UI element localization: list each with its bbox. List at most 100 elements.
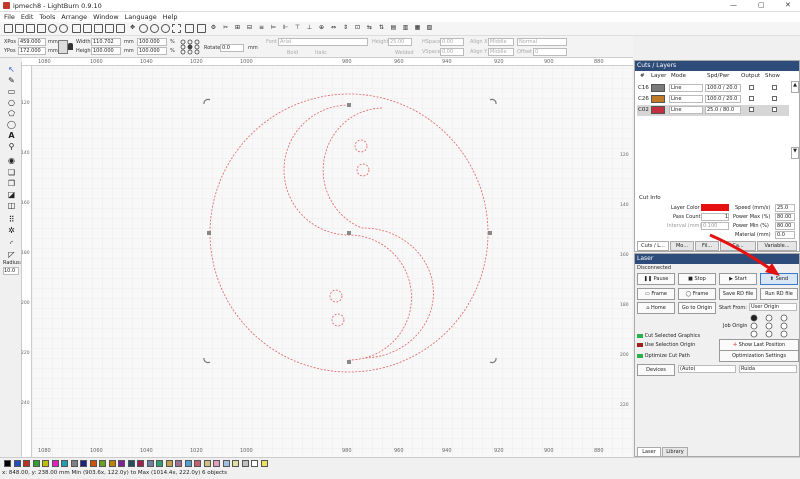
color-swatch[interactable] xyxy=(241,460,249,467)
color-swatch[interactable] xyxy=(260,460,268,467)
circle-icon[interactable]: ◯ xyxy=(7,120,16,129)
output-checkbox[interactable] xyxy=(749,85,754,90)
move-layer-down-button[interactable]: ▼ xyxy=(791,147,799,159)
offset-icon[interactable]: ◉ xyxy=(7,156,16,165)
color-swatch[interactable] xyxy=(203,460,211,467)
grid-array-icon[interactable]: ⠿ xyxy=(7,215,16,224)
align-center-icon[interactable]: ⊕ xyxy=(317,24,326,33)
arrange-icon[interactable]: ▤ xyxy=(389,24,398,33)
tab-move[interactable]: Mo... xyxy=(670,241,694,251)
settings-gear-icon[interactable]: ⚙ xyxy=(209,24,218,33)
pack-icon[interactable]: ▧ xyxy=(425,24,434,33)
import-icon[interactable] xyxy=(72,24,81,33)
color-swatch[interactable] xyxy=(184,460,192,467)
select-area-icon[interactable] xyxy=(172,24,181,33)
output-checkbox[interactable] xyxy=(749,96,754,101)
save-as-icon[interactable] xyxy=(37,24,46,33)
color-swatch[interactable] xyxy=(70,460,78,467)
xpos-field[interactable]: 459.000 xyxy=(18,38,46,46)
height-pct-field[interactable]: 100.000 xyxy=(137,47,167,55)
ellipse-icon[interactable]: ○ xyxy=(7,98,16,107)
device-icon[interactable] xyxy=(59,24,68,33)
color-swatch[interactable] xyxy=(165,460,173,467)
frame-button[interactable]: ▭ Frame xyxy=(637,288,675,300)
ypos-field[interactable]: 172.000 xyxy=(18,47,46,55)
color-swatch[interactable] xyxy=(23,460,30,467)
go-to-origin-button[interactable]: Go to Origin xyxy=(678,302,716,314)
move-icon[interactable]: ✥ xyxy=(128,24,137,33)
chamfer-icon[interactable]: ◸ xyxy=(7,250,16,259)
radius-field[interactable]: 10.0 xyxy=(3,267,19,275)
optimization-settings-button[interactable]: Optimization Settings xyxy=(719,350,799,362)
subtract-icon[interactable]: ◪ xyxy=(7,190,16,199)
devices-button[interactable]: Devices xyxy=(637,364,675,376)
height-field[interactable]: 100.000 xyxy=(91,47,121,55)
aligny-select[interactable]: Middle xyxy=(488,48,514,56)
hspace-field[interactable]: 0.00 xyxy=(440,38,464,46)
menu-window[interactable]: Window xyxy=(93,12,119,22)
width-pct-field[interactable]: 100.000 xyxy=(137,38,167,46)
intersect-icon[interactable]: ◫ xyxy=(7,201,16,210)
settings-icon[interactable] xyxy=(48,24,57,33)
open-file-icon[interactable] xyxy=(15,24,24,33)
color-swatch[interactable] xyxy=(146,460,154,467)
width-field[interactable]: 110.702 xyxy=(91,38,121,46)
align-icon[interactable]: ≡ xyxy=(257,24,266,33)
boolean-icon[interactable]: ❐ xyxy=(7,179,16,188)
rotate-field[interactable]: 0.0 xyxy=(220,44,244,52)
mirror-v-icon[interactable]: ⇅ xyxy=(377,24,386,33)
anchor-grid[interactable] xyxy=(180,39,200,55)
color-swatch[interactable] xyxy=(222,460,230,467)
device-port-select[interactable]: (Auto) xyxy=(678,365,736,373)
speed-field[interactable]: 25.0 xyxy=(775,204,795,212)
edit-nodes-icon[interactable]: ✎ xyxy=(7,76,16,85)
color-swatch[interactable] xyxy=(80,460,87,467)
mode-select[interactable]: Line xyxy=(669,84,703,92)
align-bottom-icon[interactable]: ⊥ xyxy=(305,24,314,33)
distribute-v-icon[interactable]: ⇕ xyxy=(341,24,350,33)
maximize-button[interactable]: ▢ xyxy=(758,1,765,9)
vspace-field[interactable]: 0.00 xyxy=(440,48,464,56)
nest-icon[interactable]: ▦ xyxy=(413,24,422,33)
alignx-select[interactable]: Middle xyxy=(488,38,514,46)
rounded-corner-icon[interactable]: ◜ xyxy=(7,239,16,248)
tools-icon[interactable]: ✂ xyxy=(221,24,230,33)
position-laser-icon[interactable]: ⚲ xyxy=(7,142,16,151)
color-swatch[interactable] xyxy=(13,460,21,467)
power-max-field[interactable]: 80.00 xyxy=(775,213,795,221)
table-row[interactable]: C26 Line 100.0 / 20.0 xyxy=(637,94,789,105)
align-top-icon[interactable]: ⊤ xyxy=(293,24,302,33)
save-icon[interactable] xyxy=(26,24,35,33)
export-icon[interactable] xyxy=(83,24,92,33)
color-swatch[interactable] xyxy=(156,460,163,467)
show-checkbox[interactable] xyxy=(772,96,777,101)
select-tool-icon[interactable]: ↖ xyxy=(7,65,16,74)
color-swatch[interactable] xyxy=(127,460,135,467)
tab-laser[interactable]: Laser xyxy=(637,447,661,457)
design-canvas[interactable] xyxy=(22,58,633,457)
ungroup-icon[interactable]: ⊟ xyxy=(245,24,254,33)
lock-icon[interactable] xyxy=(68,43,73,50)
offset-field[interactable]: 0 xyxy=(533,48,567,56)
output-checkbox[interactable] xyxy=(749,107,754,112)
bold-label[interactable]: Bold xyxy=(287,50,298,56)
menu-arrange[interactable]: Arrange xyxy=(61,12,87,22)
menu-language[interactable]: Language xyxy=(125,12,157,22)
color-swatch[interactable] xyxy=(32,460,40,467)
zoom-out-icon[interactable] xyxy=(150,24,159,33)
color-swatch[interactable] xyxy=(51,460,59,467)
frame-circle-button[interactable]: ◯ Frame xyxy=(678,288,716,300)
home-button[interactable]: ⌂ Home xyxy=(637,302,675,314)
group-icon[interactable]: ⊞ xyxy=(233,24,242,33)
color-swatch[interactable] xyxy=(108,460,116,467)
color-swatch[interactable] xyxy=(99,460,106,467)
zoom-in-icon[interactable] xyxy=(139,24,148,33)
menu-edit[interactable]: Edit xyxy=(21,12,34,22)
show-checkbox[interactable] xyxy=(772,85,777,90)
start-from-select[interactable]: User Origin xyxy=(749,303,797,311)
tab-library[interactable]: Library xyxy=(662,447,688,457)
layer-color-display[interactable] xyxy=(701,204,729,211)
color-swatch[interactable] xyxy=(4,460,11,467)
weld-icon[interactable]: ❏ xyxy=(7,168,16,177)
pass-count-field[interactable]: 1 xyxy=(701,213,729,221)
